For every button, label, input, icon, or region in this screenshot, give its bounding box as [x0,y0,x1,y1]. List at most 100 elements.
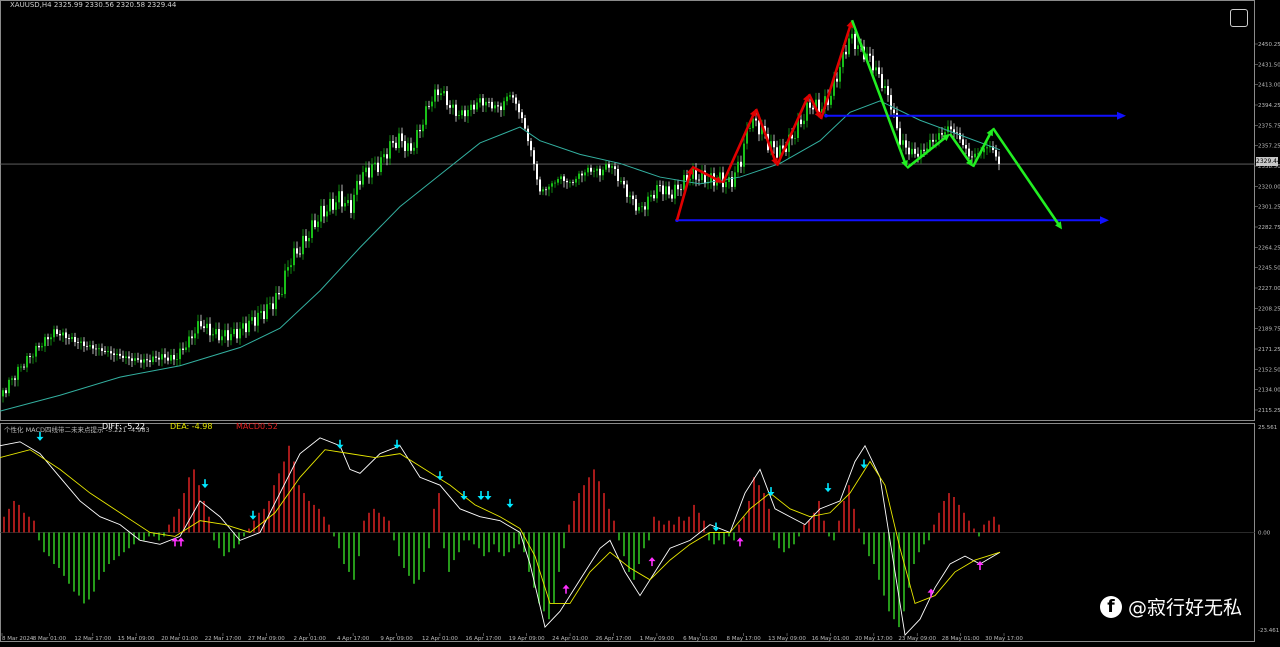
candle-body [8,379,10,394]
candle-body [344,203,346,207]
time-tick-label: 16 May 01:00 [812,636,850,642]
macd-label: MACD0.52 [236,422,278,431]
candle-body [281,294,283,295]
candle-body [560,176,562,180]
candle-body [962,139,964,145]
candle-body [458,115,460,116]
price-tick-label: 2394.25 [1258,103,1280,109]
candle-series [2,27,1000,403]
candle-body [314,220,316,228]
candle-body [299,253,301,255]
candle-body [950,126,952,130]
candle-body [161,354,163,360]
candle-body [473,104,475,110]
candle-body [140,359,142,363]
candle-body [563,176,565,181]
candle-body [416,129,418,148]
candle-body [749,128,751,129]
candle-body [635,199,637,211]
candle-body [428,106,430,108]
candle-body [557,179,559,183]
candle-body [302,235,304,255]
candle-body [335,202,337,210]
candle-body [905,140,907,148]
candle-body [938,133,940,140]
candle-body [248,320,250,333]
panel-borders [0,0,1255,642]
candle-body [365,167,367,173]
candle-body [338,191,340,203]
candle-body [605,164,607,170]
candle-body [305,235,307,242]
candle-body [56,329,58,334]
candle-body [620,180,622,182]
candle-body [971,156,973,158]
candle-body [677,184,679,190]
candle-body [440,93,442,96]
candle-body [929,139,931,149]
candle-body [284,270,286,295]
candle-body [575,178,577,183]
down-arrow-head [477,496,485,500]
diff-label: DIFF: -5.22 [102,422,146,431]
candle-body [245,323,247,333]
candle-body [188,336,190,348]
chart-window[interactable]: 2450.25 2431.50 2413.00 2394.25 2375.75 2357.… [0,0,1280,643]
time-tick-label: 8 Mar 2024 [2,636,34,642]
candle-body [869,53,871,56]
candle-body [917,153,919,157]
candle-body [113,353,115,356]
time-tick-label: 30 May 17:00 [985,636,1023,642]
down-arrow-head [712,527,720,532]
candle-body [923,149,925,151]
price-tick-label: 2431.50 [1258,62,1280,68]
candle-body [95,348,97,350]
candle-body [374,162,376,165]
candle-body [389,141,391,159]
candle-body [794,137,796,139]
chart-settings-icon[interactable] [1230,9,1248,27]
candle-body [539,179,541,192]
candle-body [359,180,361,185]
level-arrowhead [1100,216,1109,225]
macd-histogram [3,445,1000,628]
level-arrowhead [1117,111,1126,120]
candle-body [683,175,685,190]
price-tick-label: 2282.75 [1258,225,1280,231]
candle-body [524,118,526,129]
candle-body [578,173,580,179]
candle-body [14,378,16,380]
candle-body [965,144,967,149]
candle-body [254,317,256,326]
chart-canvas[interactable]: 2450.25 2431.50 2413.00 2394.25 2375.75 2357.… [0,0,1280,643]
candle-body [89,345,91,347]
candle-body [629,195,631,197]
candle-body [590,167,592,172]
candle-body [35,345,37,357]
candle-body [320,205,322,222]
candle-body [656,185,658,199]
candle-body [173,354,175,360]
candle-body [518,103,520,113]
candle-body [740,161,742,167]
candle-body [263,311,265,320]
candle-body [857,45,859,50]
candle-body [503,101,505,111]
candle-body [830,95,832,105]
candle-body [641,206,643,208]
candle-body [581,173,583,176]
candle-body [887,86,889,96]
candle-body [68,338,70,340]
candle-body [911,148,913,155]
candle-body [974,153,976,158]
candle-body [203,326,205,329]
candle-body [653,194,655,199]
candle-body [179,348,181,360]
candle-body [380,157,382,172]
candle-body [44,337,46,347]
candle-body [107,351,109,353]
facebook-icon: f [1100,595,1122,618]
price-tick-label: 2264.25 [1258,245,1280,251]
price-tick-label: 2320.00 [1258,184,1280,190]
candle-body [545,189,547,191]
